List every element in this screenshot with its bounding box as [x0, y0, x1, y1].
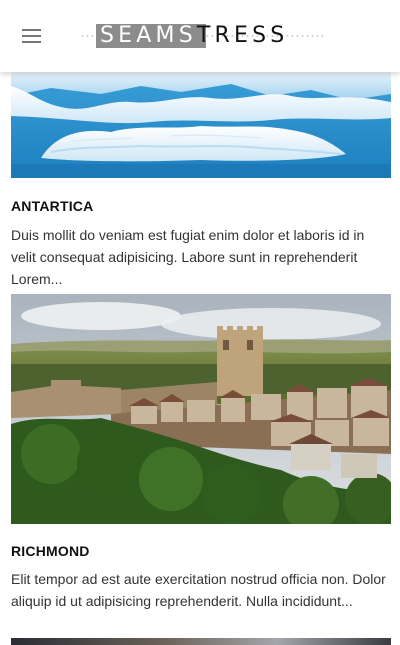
- article-title[interactable]: ANTARTICA: [11, 198, 93, 214]
- article-card[interactable]: ANTARTICA Duis mollit do veniam est fugi…: [11, 72, 391, 287]
- article-excerpt: Duis mollit do veniam est fugiat enim do…: [11, 227, 365, 287]
- brand-logo[interactable]: SEAMSTRESS: [80, 20, 324, 52]
- article-title[interactable]: RICHMOND: [11, 543, 90, 559]
- article-excerpt: Elit tempor ad est aute exercitation nos…: [11, 571, 386, 609]
- article-image-antarctica[interactable]: [11, 72, 391, 178]
- article-card[interactable]: RICHMOND Elit tempor ad est aute exercit…: [11, 294, 391, 609]
- article-image-richmond[interactable]: [11, 294, 391, 524]
- logo-part-a: SEAMS: [100, 23, 197, 48]
- richmond-town-image: [11, 294, 391, 524]
- logo-part-b: TRESS: [196, 23, 289, 48]
- antarctic-iceberg-image: [11, 72, 391, 178]
- article-card[interactable]: [11, 638, 391, 645]
- logo-wordmark: SEAMSTRESS: [96, 24, 288, 48]
- app-header: SEAMSTRESS: [0, 0, 400, 72]
- article-image-next[interactable]: [11, 638, 391, 645]
- article-feed[interactable]: ANTARTICA Duis mollit do veniam est fugi…: [0, 0, 400, 645]
- app: ANTARTICA Duis mollit do veniam est fugi…: [0, 0, 400, 645]
- hamburger-menu-icon[interactable]: [18, 24, 46, 48]
